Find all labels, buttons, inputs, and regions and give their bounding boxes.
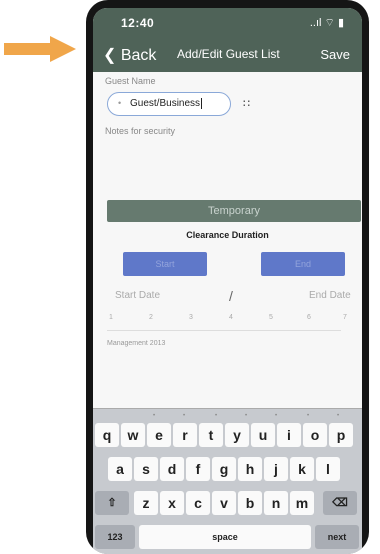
start-date-label: Start Date bbox=[115, 290, 161, 301]
key-c[interactable]: c bbox=[186, 491, 210, 515]
back-label: Back bbox=[120, 47, 157, 64]
key-z[interactable]: z bbox=[134, 491, 158, 515]
guest-name-value: Guest/Business bbox=[130, 98, 201, 109]
next-key[interactable]: next bbox=[315, 525, 359, 549]
shift-icon: ⇧ bbox=[107, 497, 117, 509]
key-k[interactable]: k bbox=[290, 457, 314, 481]
date-tick: 5 bbox=[269, 314, 273, 321]
keyboard-row-4: 123 space next bbox=[93, 525, 362, 549]
key-w[interactable]: w bbox=[121, 423, 145, 447]
key-l[interactable]: l bbox=[316, 457, 340, 481]
date-tick: 4 bbox=[229, 314, 233, 321]
input-dot-icon: • bbox=[118, 98, 122, 108]
key-n[interactable]: n bbox=[264, 491, 288, 515]
page-title: Add/Edit Guest List bbox=[177, 47, 280, 61]
space-key[interactable]: space bbox=[139, 525, 311, 549]
keyboard-suggestion-bar: • • • • • • • bbox=[153, 413, 340, 419]
date-separator: / bbox=[229, 288, 233, 304]
end-date-button[interactable]: End bbox=[261, 252, 345, 276]
keyboard-row-2: a s d f g h j k l bbox=[93, 457, 362, 481]
key-x[interactable]: x bbox=[160, 491, 184, 515]
clearance-duration-label: Clearance Duration bbox=[186, 230, 269, 240]
status-icons: ..ıl ⌔ ▮ bbox=[309, 17, 344, 29]
key-t[interactable]: t bbox=[199, 423, 223, 447]
numbers-key[interactable]: 123 bbox=[95, 525, 135, 549]
key-e[interactable]: e bbox=[147, 423, 171, 447]
key-h[interactable]: h bbox=[238, 457, 262, 481]
date-tick: 6 bbox=[307, 314, 311, 321]
date-sub-text: Management 2013 bbox=[107, 340, 166, 347]
key-q[interactable]: q bbox=[95, 423, 119, 447]
key-s[interactable]: s bbox=[134, 457, 158, 481]
key-m[interactable]: m bbox=[290, 491, 314, 515]
back-button[interactable]: ❮ Back bbox=[103, 45, 156, 65]
key-g[interactable]: g bbox=[212, 457, 236, 481]
status-bar: 12:40 ..ıl ⌔ ▮ bbox=[93, 8, 362, 36]
text-cursor bbox=[201, 98, 203, 109]
keyboard-row-3: ⇧ z x c v b n m ⌫ bbox=[93, 491, 362, 515]
start-date-button[interactable]: Start bbox=[123, 252, 207, 276]
key-v[interactable]: v bbox=[212, 491, 236, 515]
phone-frame: 12:40 ..ıl ⌔ ▮ ❮ Back Add/Edit Guest Lis… bbox=[86, 0, 369, 554]
guest-name-label: Guest Name bbox=[105, 76, 156, 86]
key-u[interactable]: u bbox=[251, 423, 275, 447]
date-tick: 1 bbox=[109, 314, 113, 321]
keyboard-row-1: q w e r t y u i o p bbox=[93, 423, 362, 447]
key-r[interactable]: r bbox=[173, 423, 197, 447]
key-b[interactable]: b bbox=[238, 491, 262, 515]
on-screen-keyboard: •• •• •• • q w e r t y u i o p a s d bbox=[93, 408, 362, 554]
status-time: 12:40 bbox=[121, 16, 155, 30]
key-i[interactable]: i bbox=[277, 423, 301, 447]
backspace-key[interactable]: ⌫ bbox=[323, 491, 357, 515]
divider bbox=[107, 330, 341, 331]
end-date-label: End Date bbox=[309, 290, 351, 301]
key-j[interactable]: j bbox=[264, 457, 288, 481]
navigation-bar: ❮ Back Add/Edit Guest List Save bbox=[93, 36, 362, 72]
save-button[interactable]: Save bbox=[320, 47, 350, 62]
key-f[interactable]: f bbox=[186, 457, 210, 481]
guest-name-input[interactable]: • Guest/Business bbox=[107, 92, 231, 116]
date-picker-row[interactable]: 1 2 3 4 5 6 7 bbox=[107, 314, 357, 326]
key-d[interactable]: d bbox=[160, 457, 184, 481]
key-o[interactable]: o bbox=[303, 423, 327, 447]
date-tick: 2 bbox=[149, 314, 153, 321]
shift-key[interactable]: ⇧ bbox=[95, 491, 129, 515]
pointer-arrow-icon bbox=[4, 36, 76, 62]
temporary-button[interactable]: Temporary bbox=[107, 200, 361, 222]
backspace-icon: ⌫ bbox=[332, 497, 348, 509]
key-a[interactable]: a bbox=[108, 457, 132, 481]
contacts-icon[interactable]: ∷ bbox=[243, 97, 250, 110]
date-tick: 3 bbox=[189, 314, 193, 321]
date-tick: 7 bbox=[343, 314, 347, 321]
key-y[interactable]: y bbox=[225, 423, 249, 447]
notes-field[interactable]: Notes for security bbox=[105, 126, 175, 136]
key-p[interactable]: p bbox=[329, 423, 353, 447]
app-screen: 12:40 ..ıl ⌔ ▮ ❮ Back Add/Edit Guest Lis… bbox=[93, 8, 362, 554]
chevron-left-icon: ❮ bbox=[103, 47, 117, 64]
